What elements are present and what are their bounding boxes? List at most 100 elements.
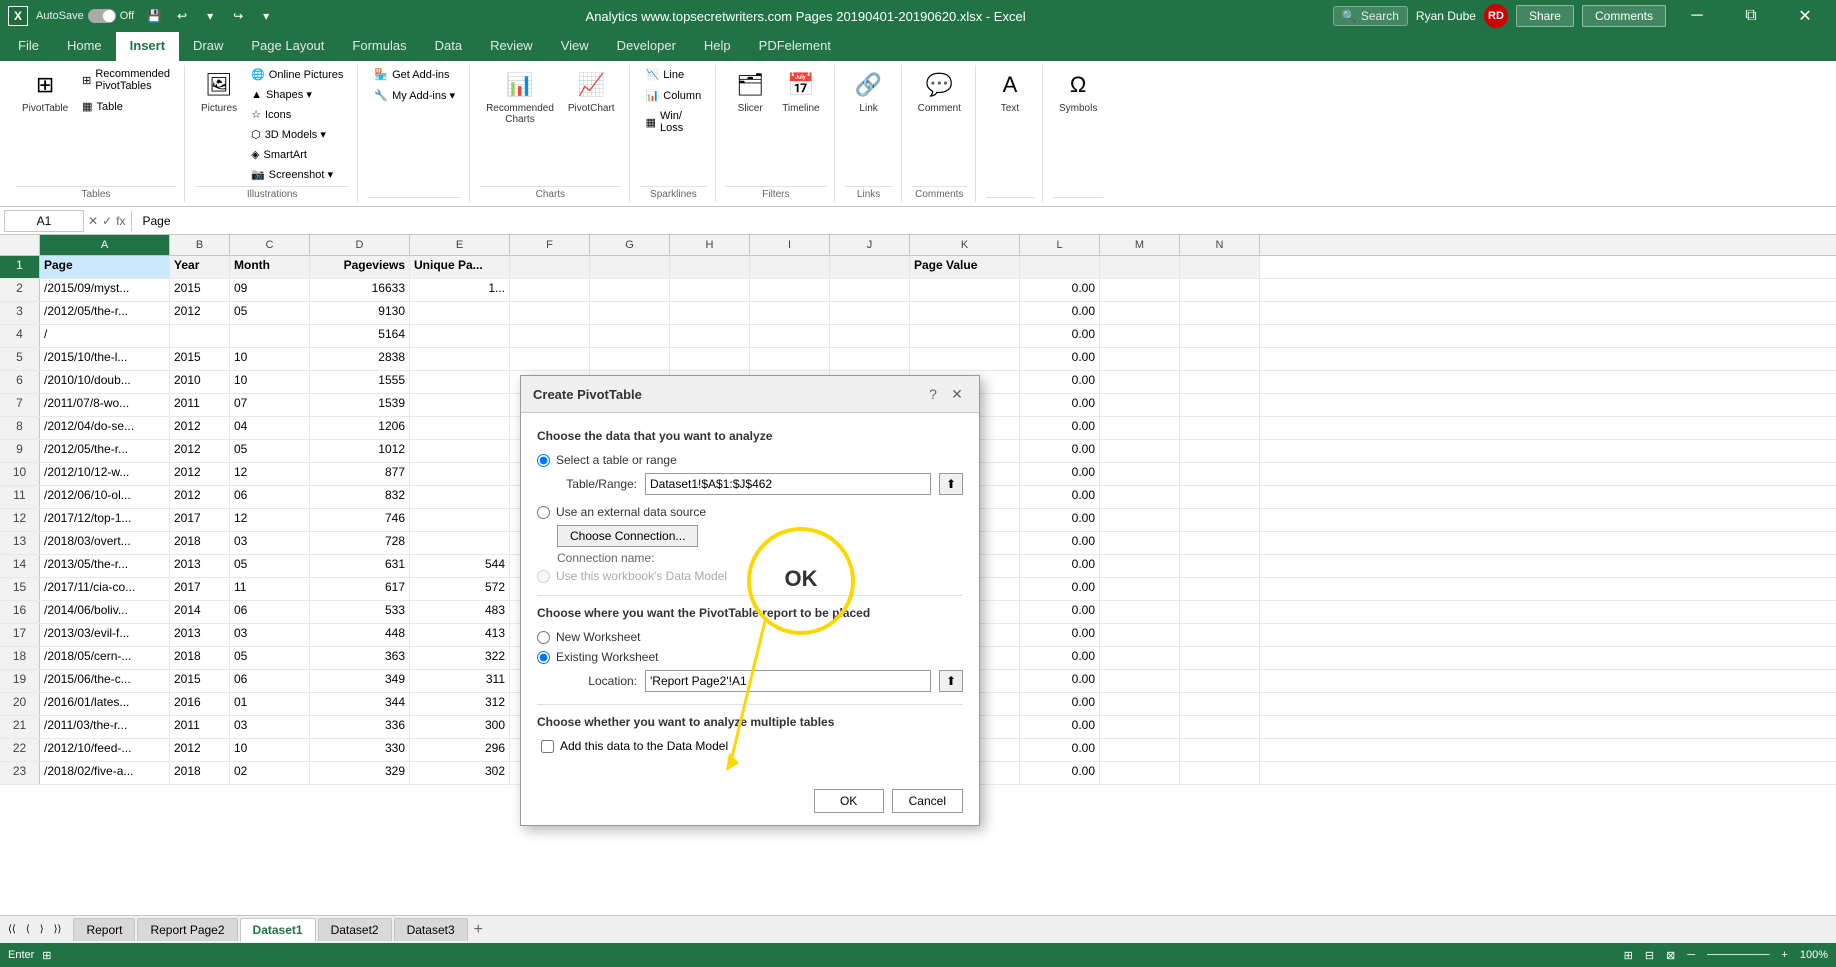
shapes-button[interactable]: ▲ Shapes ▾ <box>245 85 349 104</box>
cell-a4[interactable]: / <box>40 325 170 347</box>
cell-k1[interactable]: Page Value <box>910 256 1020 278</box>
cell-l7[interactable]: 0.00 <box>1020 394 1100 416</box>
cell-i5[interactable] <box>750 348 830 370</box>
share-button[interactable]: Share <box>1516 5 1574 27</box>
cell-e6[interactable] <box>410 371 510 393</box>
cell-e12[interactable] <box>410 509 510 531</box>
prev-sheet-button[interactable]: ⟨ <box>22 922 34 937</box>
cell-d6[interactable]: 1555 <box>310 371 410 393</box>
undo-dropdown-button[interactable]: ▾ <box>198 4 222 28</box>
cell-n22[interactable] <box>1180 739 1260 761</box>
cell-l14[interactable]: 0.00 <box>1020 555 1100 577</box>
tab-help[interactable]: Help <box>690 32 745 61</box>
timeline-button[interactable]: 📅 Timeline <box>776 65 825 118</box>
tab-draw[interactable]: Draw <box>179 32 237 61</box>
cell-e7[interactable] <box>410 394 510 416</box>
cell-n11[interactable] <box>1180 486 1260 508</box>
cell-e23[interactable]: 302 <box>410 762 510 784</box>
cell-n18[interactable] <box>1180 647 1260 669</box>
cell-c5[interactable]: 10 <box>230 348 310 370</box>
cell-l21[interactable]: 0.00 <box>1020 716 1100 738</box>
cell-b22[interactable]: 2012 <box>170 739 230 761</box>
cell-m19[interactable] <box>1100 670 1180 692</box>
cell-a2[interactable]: /2015/09/myst... <box>40 279 170 301</box>
dialog-ok-button[interactable]: OK <box>814 789 884 813</box>
cell-b9[interactable]: 2012 <box>170 440 230 462</box>
data-model-checkbox[interactable] <box>541 740 554 753</box>
cell-d4[interactable]: 5164 <box>310 325 410 347</box>
col-header-f[interactable]: F <box>510 235 590 255</box>
cell-d17[interactable]: 448 <box>310 624 410 646</box>
cell-g5[interactable] <box>590 348 670 370</box>
cell-e17[interactable]: 413 <box>410 624 510 646</box>
cell-n13[interactable] <box>1180 532 1260 554</box>
cell-i1[interactable] <box>750 256 830 278</box>
cell-n3[interactable] <box>1180 302 1260 324</box>
undo-button[interactable]: ↩ <box>170 4 194 28</box>
dialog-cancel-button[interactable]: Cancel <box>892 789 963 813</box>
cell-n6[interactable] <box>1180 371 1260 393</box>
location-collapse-button[interactable]: ⬆ <box>939 670 963 692</box>
cell-d18[interactable]: 363 <box>310 647 410 669</box>
cell-b1[interactable]: Year <box>170 256 230 278</box>
cell-c18[interactable]: 05 <box>230 647 310 669</box>
view-layout-button[interactable]: ⊟ <box>1645 949 1654 962</box>
cell-b4[interactable] <box>170 325 230 347</box>
radio-select-table-input[interactable] <box>537 454 550 467</box>
cell-e22[interactable]: 296 <box>410 739 510 761</box>
zoom-out-button[interactable]: ─ <box>1687 949 1695 961</box>
cell-n17[interactable] <box>1180 624 1260 646</box>
cell-i2[interactable] <box>750 279 830 301</box>
comments-button[interactable]: Comments <box>1582 5 1666 27</box>
cell-l3[interactable]: 0.00 <box>1020 302 1100 324</box>
zoom-in-button[interactable]: + <box>1781 949 1787 961</box>
cell-m7[interactable] <box>1100 394 1180 416</box>
radio-existing-worksheet-input[interactable] <box>537 651 550 664</box>
cell-j3[interactable] <box>830 302 910 324</box>
cell-b8[interactable]: 2012 <box>170 417 230 439</box>
cell-m13[interactable] <box>1100 532 1180 554</box>
cell-m3[interactable] <box>1100 302 1180 324</box>
cell-g2[interactable] <box>590 279 670 301</box>
last-sheet-button[interactable]: ⟩⟩ <box>50 922 66 937</box>
cell-a15[interactable]: /2017/11/cia-co... <box>40 578 170 600</box>
cell-l13[interactable]: 0.00 <box>1020 532 1100 554</box>
cell-e15[interactable]: 572 <box>410 578 510 600</box>
cell-j1[interactable] <box>830 256 910 278</box>
cell-c3[interactable]: 05 <box>230 302 310 324</box>
cell-a14[interactable]: /2013/05/the-r... <box>40 555 170 577</box>
redo-button[interactable]: ↪ <box>226 4 250 28</box>
cell-l16[interactable]: 0.00 <box>1020 601 1100 623</box>
cell-c7[interactable]: 07 <box>230 394 310 416</box>
cell-h3[interactable] <box>670 302 750 324</box>
cell-b18[interactable]: 2018 <box>170 647 230 669</box>
cell-a19[interactable]: /2015/06/the-c... <box>40 670 170 692</box>
cell-l23[interactable]: 0.00 <box>1020 762 1100 784</box>
cell-e4[interactable] <box>410 325 510 347</box>
cell-a12[interactable]: /2017/12/top-1... <box>40 509 170 531</box>
cell-f2[interactable] <box>510 279 590 301</box>
pivot-chart-button[interactable]: 📈 PivotChart <box>562 65 621 118</box>
col-header-c[interactable]: C <box>230 235 310 255</box>
cell-d12[interactable]: 746 <box>310 509 410 531</box>
cell-d19[interactable]: 349 <box>310 670 410 692</box>
col-header-k[interactable]: K <box>910 235 1020 255</box>
cell-d16[interactable]: 533 <box>310 601 410 623</box>
cell-n20[interactable] <box>1180 693 1260 715</box>
cell-a17[interactable]: /2013/03/evil-f... <box>40 624 170 646</box>
col-header-n[interactable]: N <box>1180 235 1260 255</box>
cell-l17[interactable]: 0.00 <box>1020 624 1100 646</box>
save-button[interactable]: 💾 <box>142 4 166 28</box>
cell-e9[interactable] <box>410 440 510 462</box>
cell-n15[interactable] <box>1180 578 1260 600</box>
cell-d11[interactable]: 832 <box>310 486 410 508</box>
table-range-input[interactable] <box>645 473 931 495</box>
cell-n12[interactable] <box>1180 509 1260 531</box>
cell-m9[interactable] <box>1100 440 1180 462</box>
cell-d14[interactable]: 631 <box>310 555 410 577</box>
cell-m2[interactable] <box>1100 279 1180 301</box>
cell-c10[interactable]: 12 <box>230 463 310 485</box>
cell-l22[interactable]: 0.00 <box>1020 739 1100 761</box>
cell-a23[interactable]: /2018/02/five-a... <box>40 762 170 784</box>
slicer-button[interactable]: 🗂 Slicer <box>726 65 774 118</box>
